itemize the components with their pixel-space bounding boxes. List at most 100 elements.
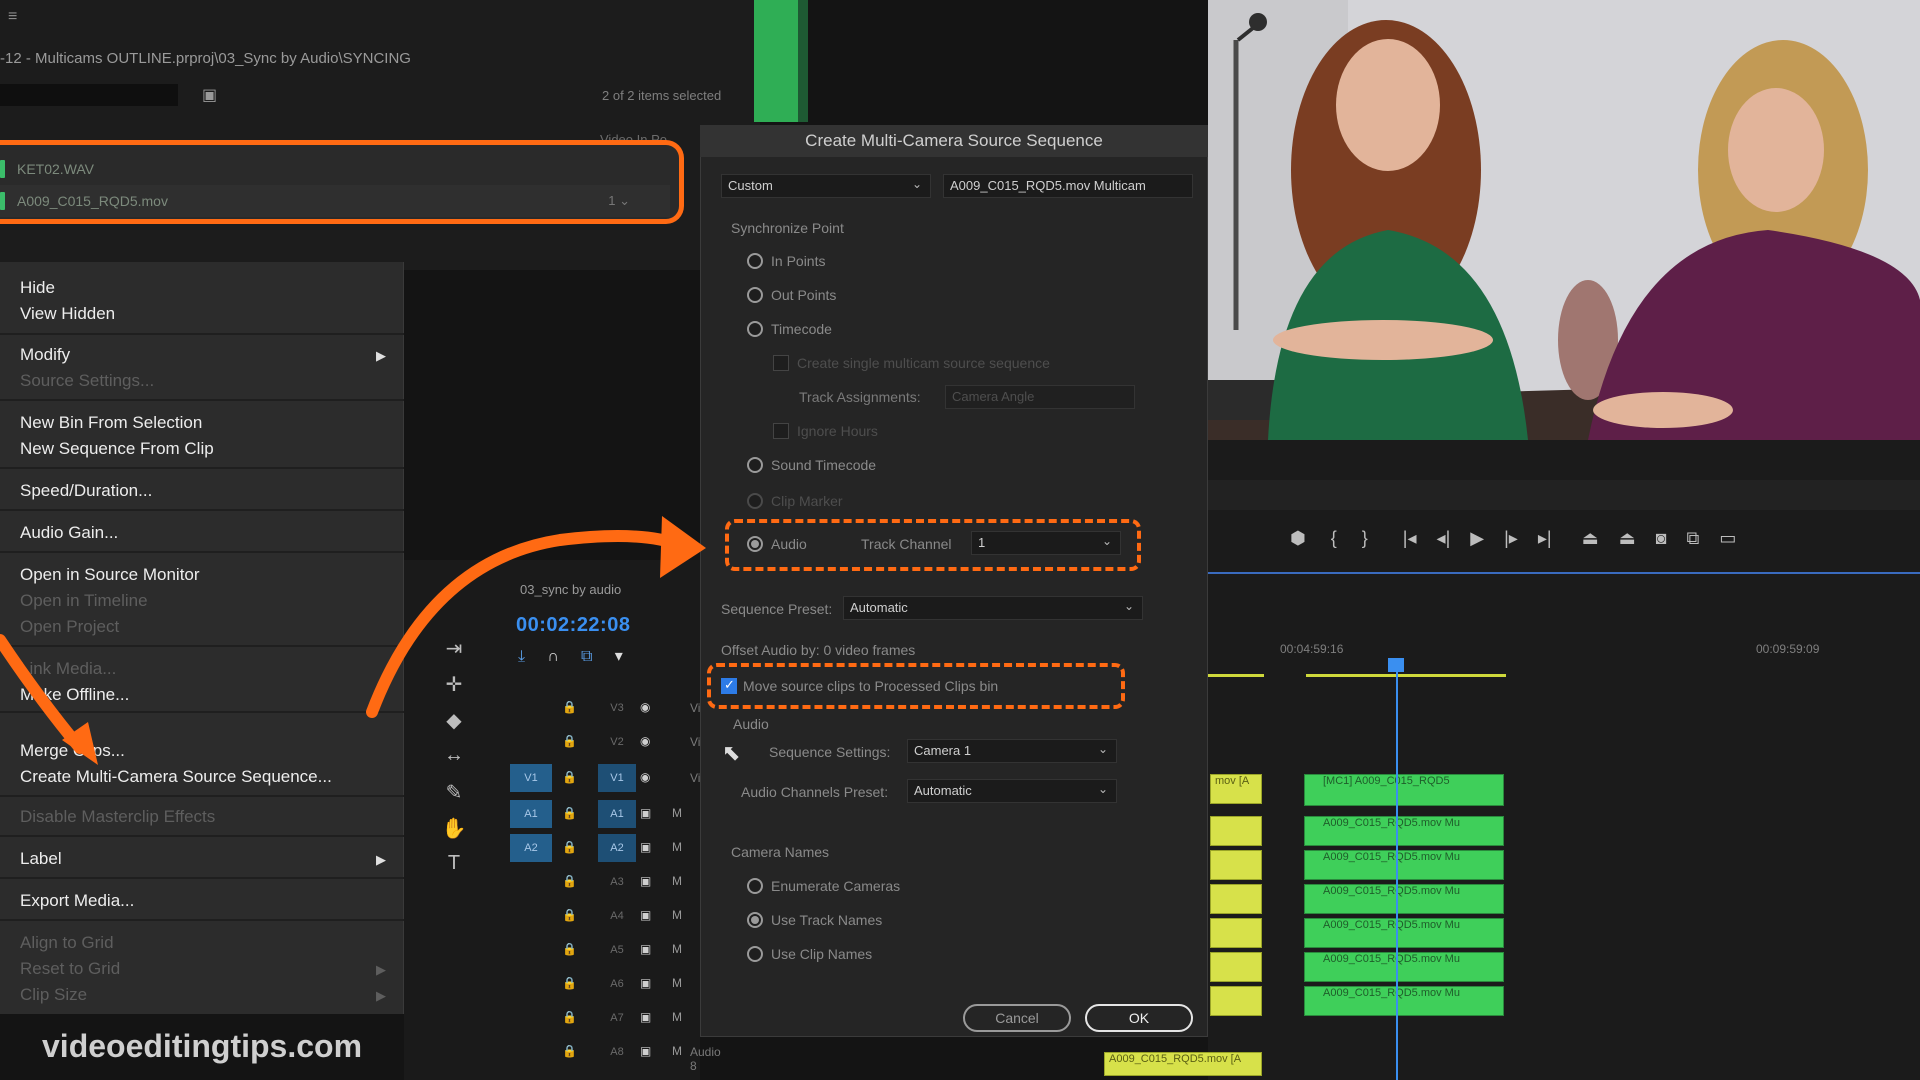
menu-item-make-offline[interactable]: Make Offline... bbox=[20, 685, 129, 705]
timeline-clip-audio-left[interactable] bbox=[1210, 918, 1262, 948]
move-source-checkbox[interactable] bbox=[721, 677, 737, 694]
source-patch[interactable] bbox=[510, 970, 552, 998]
search-input[interactable] bbox=[0, 84, 178, 106]
mute-button[interactable]: M bbox=[672, 806, 682, 820]
slip-tool-icon[interactable]: ↔ bbox=[432, 744, 476, 767]
track-header[interactable]: 🔒 A3 ▣ M bbox=[510, 868, 710, 898]
source-patch[interactable] bbox=[510, 728, 552, 756]
work-area-bar[interactable] bbox=[1306, 674, 1506, 677]
radio-timecode[interactable] bbox=[747, 321, 763, 337]
track-target[interactable]: A2 bbox=[598, 834, 636, 862]
track-header[interactable]: 🔒 A6 ▣ M bbox=[510, 970, 710, 1000]
track-target[interactable]: V3 bbox=[598, 694, 636, 722]
track-header[interactable]: 🔒 A8 ▣ M Audio 8 bbox=[510, 1038, 721, 1073]
audio-channels-select[interactable]: Automatic ⌄ bbox=[907, 779, 1117, 803]
menu-item-merge-clips[interactable]: Merge Clips... bbox=[20, 741, 125, 761]
create-single-checkbox[interactable] bbox=[773, 355, 789, 371]
timeline-clip-audio-left[interactable] bbox=[1210, 986, 1262, 1016]
lock-icon[interactable]: 🔒 bbox=[562, 1010, 577, 1024]
razor-tool-icon[interactable]: ◆ bbox=[432, 708, 476, 733]
sync-lock-icon[interactable]: ▣ bbox=[640, 908, 651, 922]
radio-use-track-names[interactable] bbox=[747, 912, 763, 928]
ok-button[interactable]: OK bbox=[1085, 1004, 1193, 1032]
source-patch[interactable] bbox=[510, 868, 552, 896]
panel-menu-icon[interactable]: ≡ bbox=[8, 8, 17, 26]
sync-lock-icon[interactable]: ▣ bbox=[640, 874, 651, 888]
menu-item-new-bin[interactable]: New Bin From Selection bbox=[20, 413, 202, 433]
lock-icon[interactable]: 🔒 bbox=[562, 770, 577, 784]
timeline-clip-audio[interactable]: A009_C015_RQD5.mov Mu bbox=[1304, 952, 1504, 982]
sync-lock-icon[interactable]: ▣ bbox=[640, 1044, 651, 1058]
nest-icon[interactable]: ⤓ bbox=[518, 648, 525, 665]
linked-selection-icon[interactable]: ⧉ bbox=[581, 648, 592, 665]
eye-icon[interactable]: ◉ bbox=[640, 770, 650, 784]
go-to-out-icon[interactable]: ▸| bbox=[1538, 528, 1552, 548]
add-marker-icon[interactable]: ▾ bbox=[615, 648, 623, 665]
timeline-clip-audio[interactable]: A009_C015_RQD5.mov Mu bbox=[1304, 986, 1504, 1016]
source-patch[interactable] bbox=[510, 1038, 552, 1066]
timeline-clip-audio[interactable]: A009_C015_RQD5.mov Mu bbox=[1304, 918, 1504, 948]
playhead-timecode[interactable]: 00:02:22:08 bbox=[516, 614, 630, 637]
menu-item-open-source-monitor[interactable]: Open in Source Monitor bbox=[20, 565, 200, 585]
playhead-line[interactable] bbox=[1396, 664, 1398, 1080]
menu-item-view-hidden[interactable]: View Hidden bbox=[20, 304, 115, 324]
track-header[interactable]: 🔒V2◉Video bbox=[510, 728, 720, 758]
track-target[interactable]: A5 bbox=[598, 936, 636, 964]
new-bin-icon[interactable]: ▣ bbox=[202, 85, 217, 105]
radio-sound-timecode[interactable] bbox=[747, 457, 763, 473]
track-header[interactable]: 🔒 A4 ▣ M bbox=[510, 902, 710, 932]
source-patch[interactable] bbox=[510, 936, 552, 964]
track-header[interactable]: V1🔒V1◉Video bbox=[510, 764, 720, 794]
settings-icon[interactable]: ▭ bbox=[1719, 528, 1736, 548]
menu-item-audio-gain[interactable]: Audio Gain... bbox=[20, 523, 118, 543]
snap-icon[interactable]: ∩ bbox=[547, 648, 559, 665]
sequence-preset-select[interactable]: Automatic ⌄ bbox=[843, 596, 1143, 620]
timeline-clip-audio-left[interactable] bbox=[1210, 952, 1262, 982]
lock-icon[interactable]: 🔒 bbox=[562, 1044, 577, 1058]
sequence-settings-select[interactable]: Camera 1 ⌄ bbox=[907, 739, 1117, 763]
sequence-name-input[interactable]: A009_C015_RQD5.mov Multicam bbox=[943, 174, 1193, 198]
timeline-clip[interactable]: A009_C015_RQD5.mov [A bbox=[1104, 1052, 1262, 1076]
scrub-bar[interactable] bbox=[1208, 480, 1920, 510]
menu-item-create-multicam[interactable]: Create Multi-Camera Source Sequence... bbox=[20, 767, 332, 787]
mark-out-icon[interactable]: } bbox=[1362, 528, 1368, 548]
track-header[interactable]: 🔒 A7 ▣ M bbox=[510, 1004, 710, 1034]
track-target[interactable]: V1 bbox=[598, 764, 636, 792]
timeline-clip-audio-left[interactable] bbox=[1210, 850, 1262, 880]
step-forward-icon[interactable]: |▸ bbox=[1504, 528, 1518, 548]
mark-in-icon[interactable]: { bbox=[1331, 528, 1337, 548]
lift-icon[interactable]: ⏏ bbox=[1582, 528, 1599, 548]
comparison-view-icon[interactable]: ⧉ bbox=[1687, 528, 1700, 548]
mute-button[interactable]: M bbox=[672, 1010, 682, 1024]
ripple-edit-tool-icon[interactable]: ✛ bbox=[432, 672, 476, 697]
menu-item-label[interactable]: Label bbox=[20, 849, 62, 869]
work-area-bar[interactable] bbox=[1208, 674, 1264, 677]
ignore-hours-checkbox[interactable] bbox=[773, 423, 789, 439]
lock-icon[interactable]: 🔒 bbox=[562, 908, 577, 922]
mute-button[interactable]: M bbox=[672, 840, 682, 854]
export-frame-icon[interactable]: ◙ bbox=[1656, 528, 1667, 548]
menu-item-modify[interactable]: Modify bbox=[20, 345, 70, 365]
add-marker-icon[interactable]: ⬢ bbox=[1290, 528, 1306, 548]
sync-lock-icon[interactable]: ▣ bbox=[640, 1010, 651, 1024]
source-patch[interactable]: V1 bbox=[510, 764, 552, 792]
timeline-clip-audio[interactable]: A009_C015_RQD5.mov Mu bbox=[1304, 884, 1504, 914]
radio-enumerate-cameras[interactable] bbox=[747, 878, 763, 894]
track-assignments-select[interactable]: Camera Angle bbox=[945, 385, 1135, 409]
eye-icon[interactable]: ◉ bbox=[640, 734, 650, 748]
radio-out-points[interactable] bbox=[747, 287, 763, 303]
timeline-clip-audio[interactable]: A009_C015_RQD5.mov Mu bbox=[1304, 816, 1504, 846]
radio-in-points[interactable] bbox=[747, 253, 763, 269]
lock-icon[interactable]: 🔒 bbox=[562, 874, 577, 888]
source-patch[interactable] bbox=[510, 902, 552, 930]
menu-item-new-sequence[interactable]: New Sequence From Clip bbox=[20, 439, 214, 459]
extract-icon[interactable]: ⏏ bbox=[1619, 528, 1636, 548]
track-target[interactable]: A4 bbox=[598, 902, 636, 930]
lock-icon[interactable]: 🔒 bbox=[562, 806, 577, 820]
track-target[interactable]: A3 bbox=[598, 868, 636, 896]
mute-button[interactable]: M bbox=[672, 1044, 682, 1058]
mute-button[interactable]: M bbox=[672, 976, 682, 990]
sync-lock-icon[interactable]: ▣ bbox=[640, 840, 651, 854]
track-header[interactable]: A1 🔒 A1 ▣ M bbox=[510, 800, 710, 830]
mute-button[interactable]: M bbox=[672, 942, 682, 956]
